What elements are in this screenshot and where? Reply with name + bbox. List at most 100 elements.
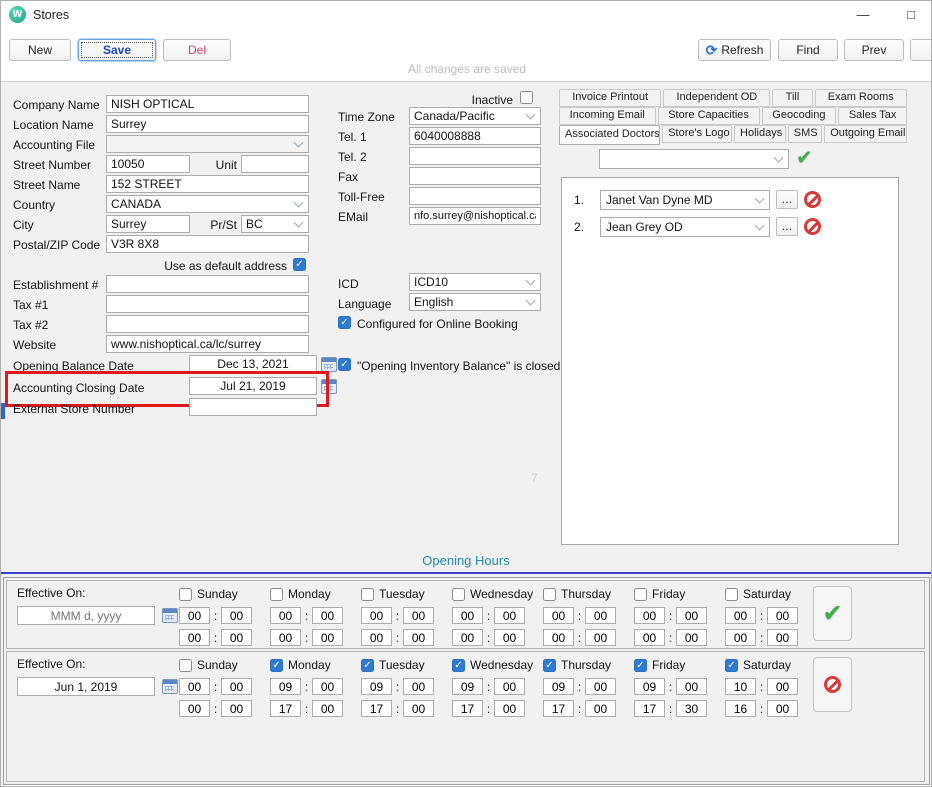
day-checkbox-thursday[interactable] [543,588,556,601]
time-minute-input[interactable] [312,678,343,695]
time-hour-input[interactable] [270,629,301,646]
tab-incoming-email[interactable]: Incoming Email [559,107,656,125]
add-doctor-select[interactable] [599,149,789,169]
confirm-hours-button[interactable]: ✔ [813,586,852,641]
next-button[interactable]: N [910,39,932,61]
add-doctor-confirm-icon[interactable]: ✔ [796,145,813,170]
time-hour-input[interactable] [452,678,483,695]
icd-select[interactable]: ICD10 [409,273,541,291]
time-minute-input[interactable] [403,700,434,717]
calendar-icon[interactable] [321,379,337,394]
prst-select[interactable]: BC [241,215,309,233]
find-button[interactable]: Find [778,39,838,61]
remove-doctor-icon[interactable] [804,191,821,208]
time-hour-input[interactable] [270,678,301,695]
tax1-input[interactable] [106,295,309,313]
accounting-closing-date-input[interactable] [189,377,317,395]
day-checkbox-monday[interactable] [270,588,283,601]
inventory-closed-checkbox[interactable] [338,358,351,371]
day-checkbox-tuesday[interactable] [361,659,374,672]
day-checkbox-tuesday[interactable] [361,588,374,601]
unit-input[interactable] [241,155,309,173]
time-minute-input[interactable] [494,700,525,717]
day-checkbox-monday[interactable] [270,659,283,672]
calendar-icon[interactable] [162,679,178,694]
remove-doctor-icon[interactable] [804,218,821,235]
time-minute-input[interactable] [221,629,252,646]
time-hour-input[interactable] [452,607,483,624]
day-checkbox-saturday[interactable] [725,588,738,601]
del-button[interactable]: Del [163,39,231,61]
email-input[interactable] [409,207,541,225]
time-minute-input[interactable] [403,607,434,624]
refresh-button[interactable]: ⟳ Refresh [698,39,771,61]
time-minute-input[interactable] [312,629,343,646]
website-input[interactable] [106,335,309,353]
time-minute-input[interactable] [676,700,707,717]
tab-invoice-printout[interactable]: Invoice Printout [559,89,661,107]
time-hour-input[interactable] [179,629,210,646]
tab-till[interactable]: Till [772,89,812,107]
tab-store-capacities[interactable]: Store Capacities [658,107,760,125]
time-hour-input[interactable] [543,700,574,717]
calendar-icon[interactable] [321,357,337,372]
accounting-file-select[interactable] [106,135,309,153]
tab-holidays[interactable]: Holidays [734,125,786,143]
tel1-input[interactable] [409,127,541,145]
time-hour-input[interactable] [361,607,392,624]
location-name-input[interactable] [106,115,309,133]
tab-outgoing-email[interactable]: Outgoing Email [824,125,907,143]
time-minute-input[interactable] [494,607,525,624]
time-hour-input[interactable] [634,607,665,624]
online-booking-checkbox[interactable] [338,316,351,329]
minimize-icon[interactable]: — [846,3,880,27]
time-minute-input[interactable] [221,678,252,695]
day-checkbox-wednesday[interactable] [452,659,465,672]
tab-sales-tax[interactable]: Sales Tax [838,107,907,125]
time-hour-input[interactable] [725,607,756,624]
day-checkbox-wednesday[interactable] [452,588,465,601]
inactive-checkbox[interactable] [520,91,533,104]
time-minute-input[interactable] [767,678,798,695]
company-name-input[interactable] [106,95,309,113]
time-minute-input[interactable] [585,700,616,717]
time-hour-input[interactable] [725,678,756,695]
street-name-input[interactable] [106,175,309,193]
time-hour-input[interactable] [634,629,665,646]
street-number-input[interactable] [106,155,190,173]
time-minute-input[interactable] [585,607,616,624]
time-hour-input[interactable] [361,678,392,695]
time-minute-input[interactable] [767,700,798,717]
time-minute-input[interactable] [221,607,252,624]
default-address-checkbox[interactable] [293,258,306,271]
day-checkbox-thursday[interactable] [543,659,556,672]
postal-code-input[interactable] [106,235,309,253]
doctor-details-button[interactable]: … [776,217,798,236]
fax-input[interactable] [409,167,541,185]
time-minute-input[interactable] [676,629,707,646]
time-hour-input[interactable] [543,607,574,624]
time-minute-input[interactable] [312,700,343,717]
time-hour-input[interactable] [361,700,392,717]
language-select[interactable]: English [409,293,541,311]
prev-button[interactable]: Prev [844,39,904,61]
tab-associated-doctors[interactable]: Associated Doctors [559,125,660,145]
effective-date-input[interactable] [17,677,155,696]
time-hour-input[interactable] [725,700,756,717]
doctor-select[interactable]: Janet Van Dyne MD [600,190,770,210]
time-minute-input[interactable] [585,678,616,695]
maximize-icon[interactable]: □ [894,3,928,27]
time-hour-input[interactable] [634,678,665,695]
establishment-input[interactable] [106,275,309,293]
tab-geocoding[interactable]: Geocoding [762,107,837,125]
time-hour-input[interactable] [270,700,301,717]
tab-sms[interactable]: SMS [788,125,822,143]
save-button[interactable]: Save [78,39,156,61]
toll-free-input[interactable] [409,187,541,205]
time-zone-select[interactable]: Canada/Pacific [409,107,541,125]
time-minute-input[interactable] [494,629,525,646]
time-minute-input[interactable] [676,678,707,695]
day-checkbox-saturday[interactable] [725,659,738,672]
day-checkbox-friday[interactable] [634,659,647,672]
day-checkbox-sunday[interactable] [179,588,192,601]
